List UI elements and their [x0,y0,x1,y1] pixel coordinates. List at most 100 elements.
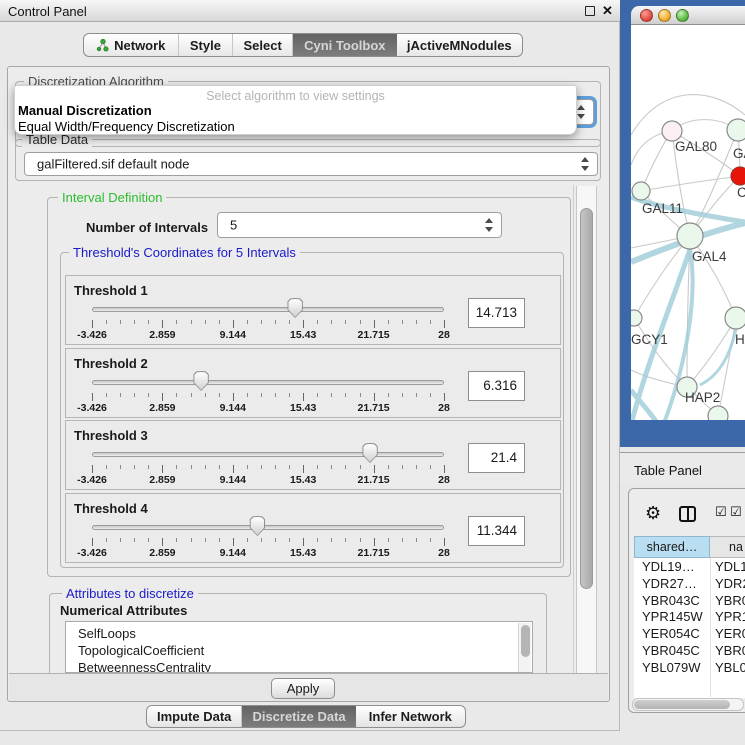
checkbox-checked-icon[interactable]: ☑ [715,505,727,520]
table-data-combobox[interactable]: galFiltered.sif default node [24,152,598,176]
threshold-4-slider-thumb[interactable] [249,516,265,536]
node-red-selected[interactable] [731,167,745,185]
table-row[interactable]: YBL079WYBL0 [634,659,745,675]
network-canvas[interactable]: GAL80 GA C GAL11 GAL4 GCY1 HA HAP2 [631,25,745,420]
combo-arrows-icon [581,157,590,171]
checkbox-checked-icon[interactable]: ☑ [730,505,742,520]
network-graph: GAL80 GA C GAL11 GAL4 GCY1 HA HAP2 [631,25,745,420]
threshold-4-value-field[interactable]: 11.344 [468,516,525,546]
threshold-3-panel: Threshold 3 -3.4262.8599.14415.4321.7152… [65,420,561,490]
menu-item-manual-discretization[interactable]: Manual Discretization [18,103,152,118]
slider-tick-labels: -3.4262.8599.14415.4321.71528 [66,474,560,486]
table-horizontal-scrollbar[interactable] [632,698,744,711]
tab-impute-data[interactable]: Impute Data [147,706,242,727]
tab-network[interactable]: Network [84,34,179,56]
tab-infer-network[interactable]: Infer Network [356,706,465,727]
threshold-3-slider-thumb[interactable] [362,443,378,463]
close-traffic-light-icon[interactable] [640,9,653,22]
thresholds-group: Threshold's Coordinates for 5 Intervals … [60,252,564,568]
node-label-partial-h: HA [735,332,745,347]
threshold-2-slider-track[interactable] [92,380,444,385]
network-tab-icon [96,38,109,52]
node-partial-top-right[interactable] [727,119,745,141]
tab-jactivemnodules[interactable]: jActiveMNodules [397,34,522,56]
threshold-3-value-field[interactable]: 21.4 [468,443,525,473]
settings-scroll-viewport: Interval Definition Number of Intervals … [14,185,574,673]
table-row[interactable]: YBR043CYBR0 [634,592,745,609]
threshold-4-slider-track[interactable] [92,525,444,530]
settings-scrollbar[interactable] [576,186,597,673]
tab-discretize-data[interactable]: Discretize Data [242,706,355,727]
threshold-4-panel: Threshold 4 -3.4262.8599.14415.4321.7152… [65,493,561,563]
scrollbar-thumb[interactable] [521,625,530,657]
node-gal80[interactable] [662,121,682,141]
number-of-intervals-label: Number of Intervals [86,220,208,235]
minimize-traffic-light-icon[interactable] [658,9,671,22]
control-panel-titlebar: Control Panel ✕ [0,0,620,22]
network-view-window: GAL80 GA C GAL11 GAL4 GCY1 HA HAP2 [620,0,745,447]
attributes-group-title: Attributes to discretize [62,586,198,601]
node-attribute-table: shared… na YDL19…YDL1 YDR27…YDR2 YBR043C… [634,536,745,698]
gear-icon[interactable]: ⚙ [645,503,661,524]
control-panel-tab-bar: Network Style Select Cyni Toolbox jActiv… [83,33,523,57]
list-scrollbar[interactable] [518,623,531,673]
scrollbar-thumb[interactable] [580,208,593,589]
node-gal11[interactable] [632,182,650,200]
node-gal4[interactable] [677,223,703,249]
threshold-1-value-field[interactable]: 14.713 [468,298,525,328]
tab-style[interactable]: Style [179,34,234,56]
node-label-gal11: GAL11 [642,201,683,216]
threshold-1-slider-thumb[interactable] [287,298,303,318]
tab-infer-network-label: Infer Network [369,709,452,724]
table-row[interactable]: YPR145WYPR1 [634,608,745,625]
table-data-group: Table Data galFiltered.sif default node [15,139,601,181]
node-label-gal4: GAL4 [692,249,727,264]
tab-discretize-data-label: Discretize Data [252,709,345,724]
tab-cyni-toolbox[interactable]: Cyni Toolbox [293,34,397,56]
number-of-intervals-combobox[interactable]: 5 [217,212,502,238]
table-row[interactable]: YER054CYER0 [634,625,745,642]
apply-button[interactable]: Apply [271,678,335,699]
list-item[interactable]: BetweennessCentrality [66,659,532,673]
tab-cyni-toolbox-label: Cyni Toolbox [304,38,385,53]
zoom-traffic-light-icon[interactable] [676,9,689,22]
threshold-4-label: Threshold 4 [74,501,148,516]
node-partial-bottom[interactable] [708,406,728,420]
numerical-attributes-label: Numerical Attributes [60,603,187,618]
table-row[interactable]: YDR27…YDR2 [634,575,745,592]
list-item[interactable]: SelfLoops [66,622,532,642]
table-row[interactable]: YDL19…YDL1 [634,558,745,575]
apply-row: Apply [9,673,608,701]
close-icon[interactable]: ✕ [602,3,613,19]
float-window-icon[interactable] [585,6,595,16]
number-of-intervals-value: 5 [230,218,237,233]
slider-tick-labels: -3.4262.8599.14415.4321.71528 [66,329,560,341]
node-h[interactable] [725,307,745,329]
algorithm-dropdown-popup: Select algorithm to view settings Manual… [14,85,577,135]
column-header-shared-name[interactable]: shared… [634,536,710,558]
network-window-titlebar[interactable] [631,6,745,25]
tab-select[interactable]: Select [233,34,293,56]
split-column-icon[interactable] [679,506,696,522]
table-rows: YDL19…YDL1 YDR27…YDR2 YBR043CYBR0 YPR145… [634,558,745,675]
algorithm-prompt: Select algorithm to view settings [15,89,576,103]
tab-select-label: Select [244,38,282,53]
screen: Control Panel ✕ Network Style Select [0,0,745,745]
slider-tick-labels: -3.4262.8599.14415.4321.71528 [66,547,560,559]
threshold-2-value-field[interactable]: 6.316 [468,371,525,401]
list-item[interactable]: TopologicalCoefficient [66,642,532,659]
node-gcy1[interactable] [631,310,642,326]
menu-item-equal-width-frequency[interactable]: Equal Width/Frequency Discretization [18,119,235,134]
table-row[interactable]: YBR045CYBR0 [634,642,745,659]
numerical-attributes-list: SelfLoops TopologicalCoefficient Between… [65,621,533,673]
node-label-partial-c: C [737,185,745,200]
threshold-2-slider-thumb[interactable] [193,371,209,391]
node-label-gcy1: GCY1 [631,332,668,347]
threshold-3-slider-track[interactable] [92,452,444,457]
cyni-bottom-tab-bar: Impute Data Discretize Data Infer Networ… [146,705,466,728]
tab-network-label: Network [114,38,165,53]
scrollbar-thumb[interactable] [634,700,730,709]
column-header-name[interactable]: na [710,536,745,558]
threshold-1-label: Threshold 1 [74,283,148,298]
threshold-1-slider-track[interactable] [92,307,444,312]
